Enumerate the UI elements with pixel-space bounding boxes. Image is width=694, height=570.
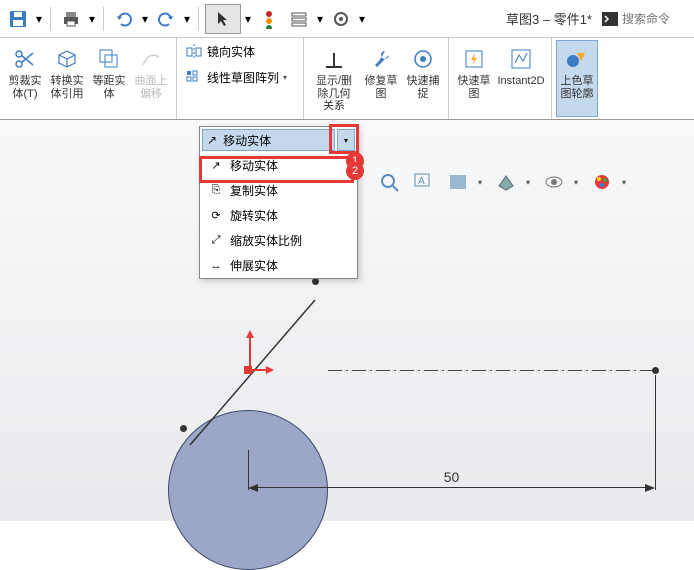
save-dropdown[interactable]: ▾ — [34, 12, 44, 26]
x-axis-arrow — [248, 364, 276, 376]
circle-point[interactable] — [312, 278, 319, 285]
view-orient-dropdown[interactable]: ▾ — [478, 178, 486, 187]
zoom-fit-icon[interactable] — [376, 170, 404, 194]
curve-offset-button: 曲面上 偏移 — [130, 40, 172, 117]
appearance-dropdown[interactable]: ▾ — [622, 178, 630, 187]
undo-icon[interactable] — [110, 5, 138, 33]
mirror-button[interactable]: 镜向实体 — [181, 40, 299, 64]
relations-button[interactable]: 显示/删 除几何 关系 — [308, 40, 360, 117]
annotation-box-1 — [329, 124, 359, 154]
command-prompt-icon — [602, 12, 618, 26]
instant2d-button[interactable]: Instant2D — [495, 40, 547, 117]
dd-scale[interactable]: ⤢缩放实体比例 — [200, 228, 357, 253]
top-toolbar: ▾ ▾ ▾ ▾ ▾ ▾ ▾ 草图3 – 零件1* — [0, 0, 694, 38]
curve-offset-icon — [137, 45, 165, 73]
print-icon[interactable] — [57, 5, 85, 33]
pattern-icon — [185, 69, 203, 87]
target-icon — [409, 45, 437, 73]
search-input[interactable] — [622, 12, 682, 26]
mirror-icon — [185, 43, 203, 61]
rebuild-icon[interactable] — [255, 5, 283, 33]
search-command[interactable] — [602, 12, 690, 26]
view-toolbar: A ▾ ▾ ▾ ▾ — [376, 170, 630, 194]
copy-icon: ⎘ — [208, 183, 224, 199]
dimension[interactable]: 50 — [248, 475, 655, 495]
view-orient-icon[interactable] — [444, 170, 472, 194]
settings-icon[interactable] — [327, 5, 355, 33]
save-icon[interactable] — [4, 5, 32, 33]
move-button[interactable] — [181, 91, 299, 117]
dropdown-header[interactable]: ↗ 移动实体 — [202, 129, 335, 151]
display-style-dropdown[interactable]: ▾ — [526, 178, 534, 187]
convert-button[interactable]: 转换实 体引用 — [46, 40, 88, 117]
stretch-icon: ↔ — [208, 258, 224, 274]
display-style-icon[interactable] — [492, 170, 520, 194]
offset-button[interactable]: 等距实 体 — [88, 40, 130, 117]
undo-dropdown[interactable]: ▾ — [140, 12, 150, 26]
rotate-icon: ⟳ — [208, 208, 224, 224]
centerline-h — [328, 370, 658, 371]
trim-button[interactable]: 剪裁实 体(T) — [4, 40, 46, 117]
shaded-sketch-button[interactable]: 上色草 图轮廓 — [556, 40, 598, 117]
snap-button[interactable]: 快速捕 捉 — [402, 40, 444, 117]
redo-icon[interactable] — [152, 5, 180, 33]
ribbon: 剪裁实 体(T) 转换实 体引用 等距实 体 曲面上 偏移 镜向实体 线性草图阵… — [0, 38, 694, 120]
scissors-icon — [11, 45, 39, 73]
dimension-value: 50 — [436, 469, 468, 485]
annotation-number-2: 2 — [346, 162, 364, 180]
annotation-box-2 — [199, 156, 354, 183]
options-icon[interactable] — [285, 5, 313, 33]
select-dropdown[interactable]: ▾ — [243, 12, 253, 26]
options-dropdown[interactable]: ▾ — [315, 12, 325, 26]
document-title: 草图3 – 零件1* — [506, 9, 592, 28]
instant2d-icon — [507, 45, 535, 73]
shaded-icon — [563, 45, 591, 73]
pattern-button[interactable]: 线性草图阵列▾ — [181, 66, 299, 90]
select-tool[interactable] — [205, 4, 241, 34]
offset-icon — [95, 45, 123, 73]
dd-stretch[interactable]: ↔伸展实体 — [200, 253, 357, 278]
wrench-icon — [367, 45, 395, 73]
quick-sketch-button[interactable]: 快速草 图 — [453, 40, 495, 117]
circle-point[interactable] — [180, 425, 187, 432]
cube-icon — [53, 45, 81, 73]
lightning-icon — [460, 45, 488, 73]
hide-show-dropdown[interactable]: ▾ — [574, 178, 582, 187]
svg-text:A: A — [418, 176, 425, 187]
scale-icon: ⤢ — [208, 233, 224, 249]
redo-dropdown[interactable]: ▾ — [182, 12, 192, 26]
zoom-area-icon[interactable]: A — [410, 170, 438, 194]
dd-rotate[interactable]: ⟳旋转实体 — [200, 203, 357, 228]
repair-button[interactable]: 修复草 图 — [360, 40, 402, 117]
perpendicular-icon — [320, 45, 348, 73]
hide-show-icon[interactable] — [540, 170, 568, 194]
move-icon: ↗ — [207, 133, 217, 147]
extension-line — [655, 375, 656, 490]
endpoint[interactable] — [652, 367, 659, 374]
print-dropdown[interactable]: ▾ — [87, 12, 97, 26]
appearance-icon[interactable] — [588, 170, 616, 194]
settings-dropdown[interactable]: ▾ — [357, 12, 367, 26]
